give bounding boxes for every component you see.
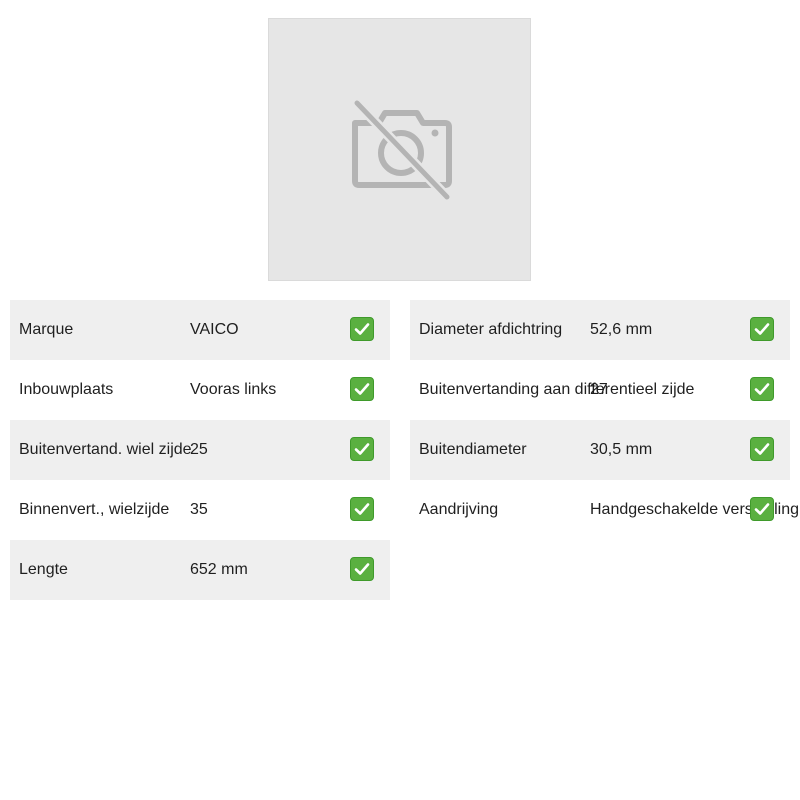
spec-row: Buitenvertand. wiel zijde 25 — [10, 420, 390, 480]
product-image-placeholder — [268, 18, 531, 281]
spec-value: 25 — [190, 441, 208, 458]
spec-label: Buitenvertanding aan differentieel zijde — [419, 381, 695, 398]
spec-row: Aandrijving Handgeschakelde versnelling — [410, 480, 799, 540]
spec-row: Lengte 652 mm — [10, 540, 390, 600]
spec-row: Buitenvertanding aan differentieel zijde… — [410, 360, 790, 420]
spec-label: Diameter afdichtring — [419, 321, 563, 338]
spec-value: 35 — [190, 501, 208, 518]
camera-off-icon — [345, 95, 455, 205]
spec-value: 52,6 mm — [590, 321, 653, 338]
spec-value: 27 — [590, 381, 608, 398]
check-icon — [750, 497, 774, 521]
spec-value: Vooras links — [190, 381, 277, 398]
spec-row: Marque VAICO — [10, 300, 390, 360]
product-detail-page: Marque VAICO Inbouwplaats Vooras links B… — [0, 0, 800, 800]
check-icon — [350, 497, 374, 521]
check-icon — [350, 557, 374, 581]
spec-label: Lengte — [19, 561, 68, 578]
spec-label: Aandrijving — [419, 501, 499, 518]
spec-value: VAICO — [190, 321, 239, 338]
check-icon — [750, 377, 774, 401]
spec-row: Inbouwplaats Vooras links — [10, 360, 390, 420]
spec-label: Buitenvertand. wiel zijde — [19, 441, 192, 458]
check-icon — [750, 437, 774, 461]
check-icon — [350, 317, 374, 341]
check-icon — [350, 377, 374, 401]
spec-row: Binnenvert., wielzijde 35 — [10, 480, 390, 540]
check-icon — [350, 437, 374, 461]
spec-row: Diameter afdichtring 52,6 mm — [410, 300, 790, 360]
spec-value: 652 mm — [190, 561, 248, 578]
spec-row: Buitendiameter 30,5 mm — [410, 420, 790, 480]
spec-label: Inbouwplaats — [19, 381, 114, 398]
specs-column-right: Diameter afdichtring 52,6 mm Buitenverta… — [410, 300, 799, 540]
spec-label: Buitendiameter — [419, 441, 527, 458]
spec-label: Marque — [19, 321, 74, 338]
spec-value: 30,5 mm — [590, 441, 653, 458]
specs-column-left: Marque VAICO Inbouwplaats Vooras links B… — [10, 300, 390, 600]
check-icon — [750, 317, 774, 341]
spec-label: Binnenvert., wielzijde — [19, 501, 170, 518]
